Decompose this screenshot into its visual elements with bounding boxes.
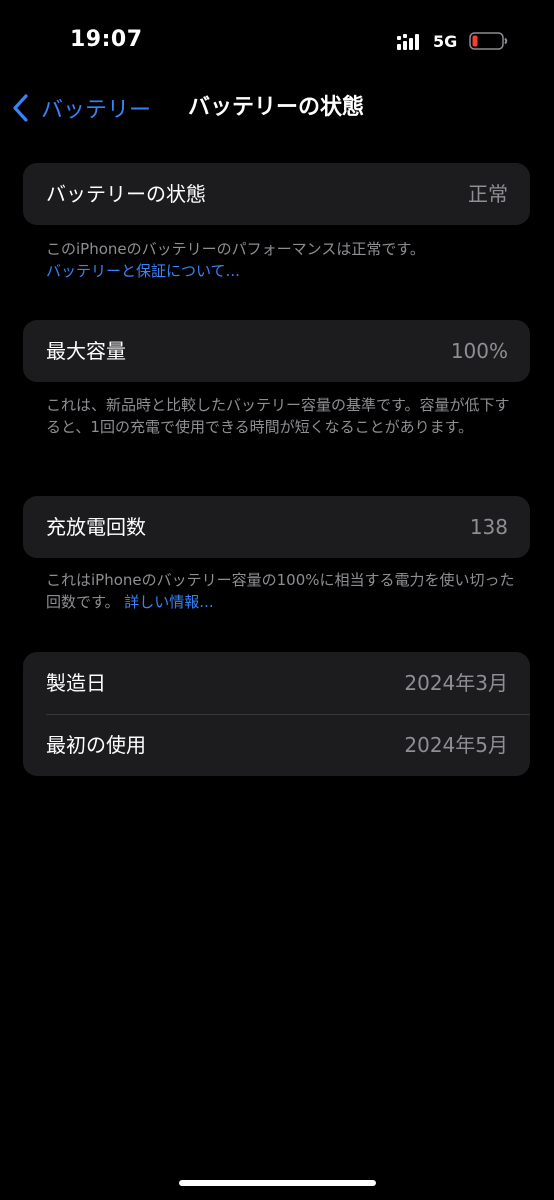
max-capacity-footnote: これは、新品時と比較したバッテリー容量の基準です。容量が低下すると、1回の充電で… bbox=[46, 394, 516, 438]
first-use-row: 最初の使用 2024年5月 bbox=[23, 714, 530, 776]
max-capacity-value: 100% bbox=[450, 339, 508, 363]
learn-more-link[interactable]: 詳しい情報... bbox=[124, 593, 213, 611]
cycle-count-footnote: これはiPhoneのバッテリー容量の100%に相当する電力を使い切った回数です。… bbox=[46, 569, 516, 613]
cycle-count-card: 充放電回数 138 bbox=[23, 496, 530, 558]
max-capacity-description: これは、新品時と比較したバッテリー容量の基準です。容量が低下すると、1回の充電で… bbox=[46, 396, 510, 436]
battery-health-row[interactable]: バッテリーの状態 正常 bbox=[23, 163, 530, 225]
cycle-count-row: 充放電回数 138 bbox=[23, 496, 530, 558]
battery-health-value: 正常 bbox=[468, 182, 508, 206]
dates-card: 製造日 2024年3月 最初の使用 2024年5月 bbox=[23, 652, 530, 776]
status-bar: 19:07 5G bbox=[0, 0, 554, 80]
home-indicator[interactable] bbox=[179, 1180, 376, 1186]
max-capacity-card: 最大容量 100% bbox=[23, 320, 530, 382]
manufacture-date-row: 製造日 2024年3月 bbox=[23, 652, 530, 714]
cycle-count-value: 138 bbox=[469, 515, 508, 539]
cycle-count-label: 充放電回数 bbox=[46, 515, 146, 539]
status-time: 19:07 bbox=[70, 27, 143, 52]
network-type: 5G bbox=[433, 32, 458, 51]
first-use-value: 2024年5月 bbox=[404, 733, 508, 757]
battery-health-footnote: このiPhoneのバッテリーのパフォーマンスは正常です。 バッテリーと保証につい… bbox=[46, 238, 516, 282]
back-button[interactable]: バッテリー bbox=[10, 92, 151, 124]
battery-low-icon bbox=[469, 32, 508, 50]
battery-health-description: このiPhoneのバッテリーのパフォーマンスは正常です。 bbox=[46, 240, 425, 258]
page-title: バッテリーの状態 bbox=[188, 95, 365, 120]
signal-bars-icon bbox=[397, 34, 419, 50]
chevron-left-icon bbox=[13, 94, 28, 122]
max-capacity-label: 最大容量 bbox=[46, 339, 126, 363]
max-capacity-row: 最大容量 100% bbox=[23, 320, 530, 382]
back-button-label: バッテリー bbox=[41, 98, 152, 123]
navigation-bar: バッテリー バッテリーの状態 bbox=[0, 80, 554, 136]
cycle-count-description: これはiPhoneのバッテリー容量の100%に相当する電力を使い切った回数です。 bbox=[46, 571, 515, 611]
battery-health-label: バッテリーの状態 bbox=[46, 182, 206, 206]
battery-warranty-link[interactable]: バッテリーと保証について... bbox=[46, 260, 516, 282]
battery-health-card: バッテリーの状態 正常 bbox=[23, 163, 530, 225]
manufacture-date-value: 2024年3月 bbox=[404, 671, 508, 695]
manufacture-date-label: 製造日 bbox=[46, 671, 106, 695]
first-use-label: 最初の使用 bbox=[46, 733, 146, 757]
